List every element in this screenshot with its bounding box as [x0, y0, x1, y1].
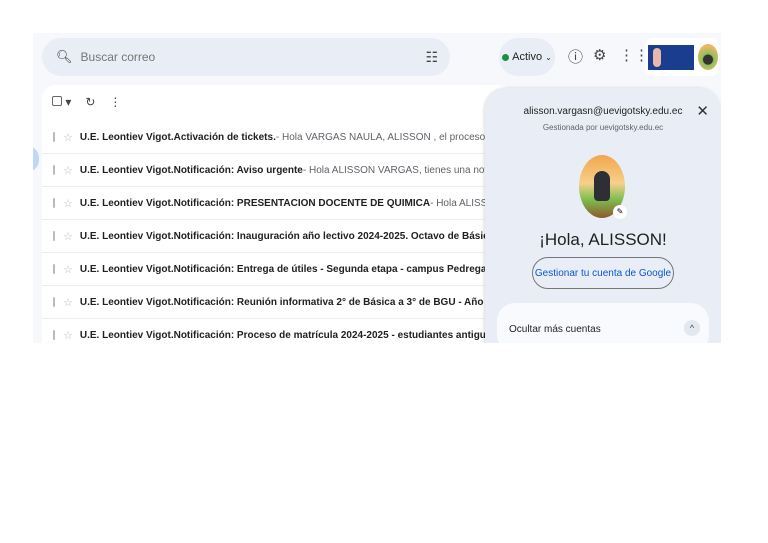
star-icon[interactable]: ☆: [63, 329, 73, 342]
help-icon[interactable]: ⓘ: [568, 46, 583, 67]
search-input[interactable]: [80, 50, 411, 64]
email-row[interactable]: ☆ U.E. Leontiev Vigot. Notificación: Entre…: [42, 253, 512, 286]
email-sender: U.E. Leontiev Vigot.: [79, 164, 174, 176]
email-row[interactable]: ☆ U.E. Leontiev Vigot. Notificación: Reuni…: [42, 286, 512, 319]
account-email: alisson.vargasn@uevigotsky.edu.ec: [523, 106, 683, 117]
email-snippet: - Hola ALISSON VARGAS, tienes una notifi…: [302, 164, 512, 176]
email-subject: Notificación: Reunión informativa 2° de …: [173, 296, 512, 308]
select-all-checkbox[interactable]: ▾: [52, 95, 71, 109]
chevron-down-icon: ⌄: [545, 52, 552, 62]
email-subject: Notificación: Aviso urgente: [173, 164, 303, 176]
status-label: Activo: [512, 51, 543, 63]
search-bar[interactable]: 🔍︎ ☷: [42, 38, 450, 76]
star-icon[interactable]: ☆: [63, 230, 73, 243]
email-subject: Notificación: Inauguración año lectivo 2…: [173, 230, 512, 242]
star-icon[interactable]: ☆: [63, 164, 73, 177]
avatar[interactable]: [698, 44, 718, 70]
manage-account-button[interactable]: Gestionar tu cuenta de Google: [532, 257, 674, 289]
refresh-icon[interactable]: ↻: [85, 95, 95, 109]
star-icon[interactable]: ☆: [63, 131, 73, 144]
email-sender: U.E. Leontiev Vigot.: [79, 263, 174, 275]
star-icon[interactable]: ☆: [63, 197, 73, 210]
edit-pencil-icon[interactable]: ✎: [613, 205, 627, 219]
status-dropdown[interactable]: Activo ⌄: [499, 38, 555, 76]
gmail-window: 🔍︎ ☷ Activo ⌄ ⓘ ⚙ ⋮⋮ ▾ ↻ ⋮ ☆U.E. Leontie…: [33, 33, 721, 343]
email-subject: Notificación: Proceso de matrícula 2024-…: [173, 329, 498, 341]
row-checkbox[interactable]: [53, 264, 55, 274]
email-subject: Activación de tickets.: [173, 131, 276, 143]
greeting: ¡Hola, ALISSON!: [539, 230, 667, 249]
email-row[interactable]: ☆ U.E. Leontiev Vigot. Notificación: Aviso…: [42, 154, 512, 187]
managed-by: Gestionada por uevigotsky.edu.ec: [542, 123, 664, 132]
account-panel: alisson.vargasn@uevigotsky.edu.ec Gestio…: [485, 88, 721, 343]
organization-logo: [648, 45, 694, 70]
row-checkbox[interactable]: [53, 330, 55, 340]
email-row[interactable]: ☆ U.E. Leontiev Vigot. Notificación: Inaug…: [42, 220, 512, 253]
email-subject: Notificación: PRESENTACION DOCENTE DE QU…: [173, 197, 431, 209]
list-toolbar: ▾ ↻ ⋮: [52, 95, 121, 109]
email-list: ▾ ↻ ⋮ ☆ U.E. Leontiev Vigot. Activación de…: [42, 85, 512, 343]
star-icon[interactable]: ☆: [63, 296, 73, 309]
more-options-icon[interactable]: ⋮: [109, 95, 121, 109]
row-checkbox[interactable]: [53, 297, 55, 307]
email-row[interactable]: ☆ U.E. Leontiev Vigot. Notificación: Proce…: [42, 319, 512, 343]
email-sender: U.E. Leontiev Vigot.: [79, 131, 174, 143]
gear-icon[interactable]: ⚙: [593, 46, 606, 64]
row-checkbox[interactable]: [53, 132, 55, 142]
email-sender: U.E. Leontiev Vigot.: [79, 296, 174, 308]
email-sender: U.E. Leontiev Vigot.: [79, 197, 174, 209]
star-icon[interactable]: ☆: [63, 263, 73, 276]
search-icon[interactable]: 🔍︎: [56, 49, 73, 65]
email-sender: U.E. Leontiev Vigot.: [79, 329, 174, 341]
side-panel-handle[interactable]: [33, 146, 39, 172]
search-options-icon[interactable]: ☷: [425, 49, 438, 66]
account-button[interactable]: [645, 38, 719, 76]
row-checkbox[interactable]: [53, 165, 55, 175]
row-checkbox[interactable]: [53, 231, 55, 241]
email-row[interactable]: ☆ U.E. Leontiev Vigot. Activación de ticke…: [42, 121, 512, 154]
hide-more-accounts[interactable]: Ocultar más cuentas ^: [497, 303, 709, 343]
chevron-up-icon[interactable]: ^: [684, 320, 700, 336]
email-snippet: - Hola VARGAS NAULA, ALISSON , el proces…: [275, 131, 512, 143]
email-subject: Notificación: Entrega de útiles - Segund…: [173, 263, 490, 275]
more-accounts-label: Ocultar más cuentas: [509, 324, 601, 335]
email-row[interactable]: ☆ U.E. Leontiev Vigot. Notificación: PRESE…: [42, 187, 512, 220]
active-dot-icon: [502, 53, 510, 61]
email-sender: U.E. Leontiev Vigot.: [79, 230, 174, 242]
row-checkbox[interactable]: [53, 198, 55, 208]
close-icon[interactable]: ✕: [696, 102, 709, 120]
